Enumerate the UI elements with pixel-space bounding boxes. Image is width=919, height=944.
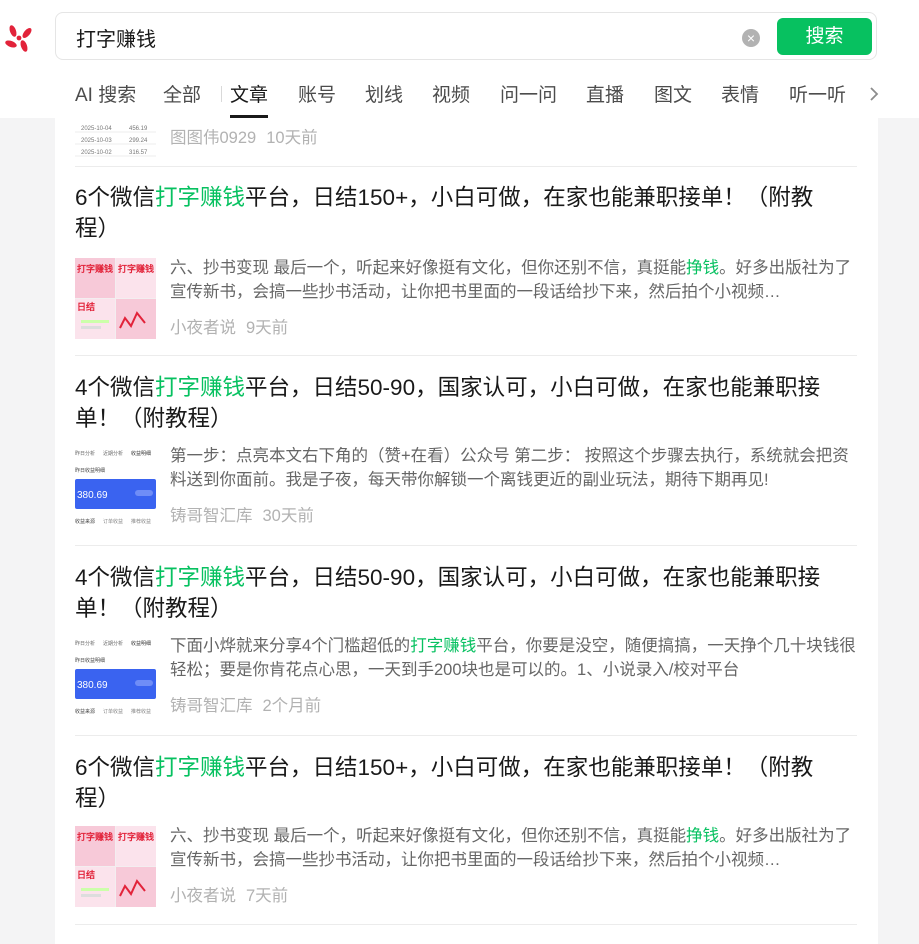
search-tabs: AI 搜索 全部 文章 账号 划线 视频 问一问 直播 图文 表情 听一听 bbox=[75, 80, 879, 118]
search-button[interactable]: 搜索 bbox=[777, 18, 872, 55]
search-bar: × 搜索 bbox=[55, 12, 877, 60]
divider bbox=[75, 545, 857, 546]
article-meta: 图图伟0929 10天前 bbox=[170, 124, 318, 148]
svg-text:昨日分析: 昨日分析 bbox=[75, 450, 95, 457]
article-meta: 铸哥智汇库 2个月前 bbox=[170, 692, 321, 716]
tab-ai-search[interactable]: AI 搜索 bbox=[75, 80, 136, 118]
article-meta: 小夜者说 7天前 bbox=[170, 882, 288, 906]
earnings-table-image: 2025-10-04 456.19 2025-10-03 299.24 2025… bbox=[75, 126, 156, 157]
article-summary: 六、抄书变现 最后一个，听起来好像挺有文化，但你还别不信，真挺能挣钱。好多出版社… bbox=[170, 827, 852, 869]
svg-text:订单收益: 订单收益 bbox=[103, 708, 123, 715]
svg-text:收益明细: 收益明细 bbox=[131, 640, 151, 647]
svg-text:打字赚钱: 打字赚钱 bbox=[118, 263, 154, 275]
author-name[interactable]: 小夜者说 bbox=[170, 319, 236, 337]
svg-text:近期分析: 近期分析 bbox=[103, 640, 123, 647]
wechat-search-logo-icon[interactable] bbox=[3, 22, 37, 54]
earnings-app-image: 昨日分析 近期分析 收益明细 昨日收益明细 380.69 收益来源 订单收益 推… bbox=[75, 640, 156, 715]
tab-accounts[interactable]: 账号 bbox=[298, 80, 336, 118]
article-meta: 小夜者说 9天前 bbox=[170, 314, 288, 338]
svg-text:收益来源: 收益来源 bbox=[75, 518, 95, 525]
publish-time: 30天前 bbox=[262, 507, 314, 525]
svg-text:299.24: 299.24 bbox=[129, 138, 148, 144]
article-summary: 第一步：点亮本文右下角的（赞+在看）公众号 第二步： 按照这个步骤去执行，系统就… bbox=[170, 447, 849, 489]
article-thumbnail: 打字赚钱 打字赚钱 日结 bbox=[75, 826, 156, 907]
svg-text:2025-10-04: 2025-10-04 bbox=[81, 126, 112, 132]
article-thumbnail: 打字赚钱 打字赚钱 日结 bbox=[75, 258, 156, 339]
svg-text:打字赚钱: 打字赚钱 bbox=[118, 831, 154, 843]
search-header: × 搜索 AI 搜索 全部 文章 账号 划线 视频 问一问 直播 图文 表情 听… bbox=[0, 0, 919, 118]
svg-text:推荐收益: 推荐收益 bbox=[131, 708, 151, 715]
svg-text:380.69: 380.69 bbox=[77, 490, 108, 501]
svg-text:昨日收益明细: 昨日收益明细 bbox=[75, 657, 105, 664]
search-results: 2025-10-04 456.19 2025-10-03 299.24 2025… bbox=[55, 118, 878, 944]
earnings-app-image: 昨日分析 近期分析 收益明细 昨日收益明细 380.69 收益来源 订单收益 推… bbox=[75, 450, 156, 525]
svg-text:打字赚钱: 打字赚钱 bbox=[77, 831, 113, 843]
tab-divider bbox=[221, 86, 222, 102]
svg-text:日结: 日结 bbox=[77, 869, 95, 881]
divider bbox=[75, 924, 857, 925]
tab-listen[interactable]: 听一听 bbox=[789, 80, 846, 118]
chevron-right-icon[interactable] bbox=[865, 82, 883, 106]
article-title[interactable]: 4个微信打字赚钱平台，日结50-90，国家认可，小白可做，在家也能兼职接单！（附… bbox=[75, 562, 835, 624]
article-meta: 铸哥智汇库 30天前 bbox=[170, 502, 314, 526]
publish-time: 2个月前 bbox=[262, 697, 322, 715]
svg-text:打字赚钱: 打字赚钱 bbox=[77, 263, 113, 275]
close-icon: × bbox=[746, 30, 756, 46]
svg-text:近期分析: 近期分析 bbox=[103, 450, 123, 457]
article-thumbnail: 昨日分析 近期分析 收益明细 昨日收益明细 380.69 收益来源 订单收益 推… bbox=[75, 636, 156, 717]
tab-videos[interactable]: 视频 bbox=[432, 80, 470, 118]
svg-text:2025-10-02: 2025-10-02 bbox=[81, 150, 112, 156]
article-summary: 下面小烨就来分享4个门槛超低的打字赚钱平台，你要是没空，随便搞搞，一天挣个几十块… bbox=[170, 637, 856, 679]
tab-all[interactable]: 全部 bbox=[163, 80, 201, 118]
article-summary: 六、抄书变现 最后一个，听起来好像挺有文化，但你还别不信，真挺能挣钱。好多出版社… bbox=[170, 259, 852, 301]
tab-image-text[interactable]: 图文 bbox=[654, 80, 692, 118]
article-title[interactable]: 6个微信打字赚钱平台，日结150+，小白可做，在家也能兼职接单！（附教程） bbox=[75, 752, 835, 814]
tab-ask[interactable]: 问一问 bbox=[500, 80, 557, 118]
svg-text:456.19: 456.19 bbox=[129, 126, 148, 132]
tab-stickers[interactable]: 表情 bbox=[721, 80, 759, 118]
svg-text:日结: 日结 bbox=[77, 301, 95, 313]
svg-text:昨日收益明细: 昨日收益明细 bbox=[75, 467, 105, 474]
svg-text:收益明细: 收益明细 bbox=[131, 450, 151, 457]
author-name[interactable]: 铸哥智汇库 bbox=[170, 697, 253, 715]
author-name[interactable]: 小夜者说 bbox=[170, 887, 236, 905]
divider bbox=[75, 166, 857, 167]
article-title[interactable]: 6个微信打字赚钱平台，日结150+，小白可做，在家也能兼职接单！（附教程） bbox=[75, 182, 835, 244]
search-input[interactable] bbox=[76, 23, 716, 51]
tab-articles[interactable]: 文章 bbox=[230, 80, 269, 118]
tab-highlights[interactable]: 划线 bbox=[365, 80, 403, 118]
publish-time: 9天前 bbox=[246, 319, 289, 337]
svg-text:2025-10-03: 2025-10-03 bbox=[81, 138, 112, 144]
svg-text:316.57: 316.57 bbox=[129, 150, 148, 156]
publish-time: 7天前 bbox=[246, 887, 289, 905]
article-thumbnail: 昨日分析 近期分析 收益明细 昨日收益明细 380.69 收益来源 订单收益 推… bbox=[75, 446, 156, 527]
svg-text:昨日分析: 昨日分析 bbox=[75, 640, 95, 647]
pink-collage-image: 打字赚钱 打字赚钱 日结 bbox=[75, 258, 156, 339]
clear-search-button[interactable]: × bbox=[742, 29, 760, 47]
svg-text:订单收益: 订单收益 bbox=[103, 518, 123, 525]
tab-live[interactable]: 直播 bbox=[586, 80, 624, 118]
article-thumbnail: 2025-10-04 456.19 2025-10-03 299.24 2025… bbox=[75, 118, 156, 167]
svg-text:380.69: 380.69 bbox=[77, 680, 108, 691]
pink-collage-image: 打字赚钱 打字赚钱 日结 bbox=[75, 826, 156, 907]
divider bbox=[75, 735, 857, 736]
publish-time: 10天前 bbox=[266, 129, 318, 147]
svg-text:收益来源: 收益来源 bbox=[75, 708, 95, 715]
svg-text:推荐收益: 推荐收益 bbox=[131, 518, 151, 525]
author-name[interactable]: 铸哥智汇库 bbox=[170, 507, 253, 525]
author-name[interactable]: 图图伟0929 bbox=[170, 129, 256, 147]
divider bbox=[75, 355, 857, 356]
article-title[interactable]: 4个微信打字赚钱平台，日结50-90，国家认可，小白可做，在家也能兼职接单！（附… bbox=[75, 372, 835, 434]
